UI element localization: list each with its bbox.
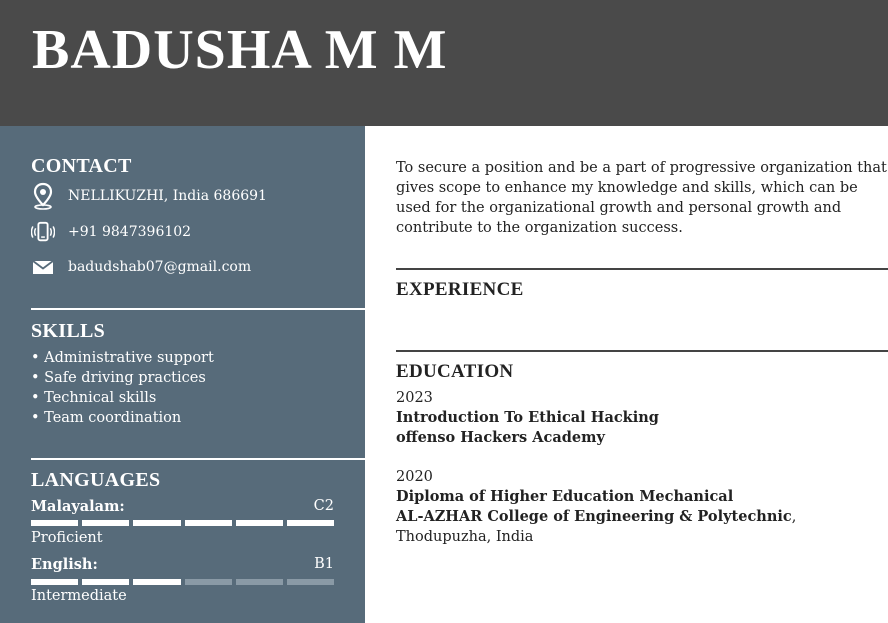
language-bar-segment: [31, 520, 79, 526]
language-level: C2: [313, 498, 334, 514]
location-pin-icon: [31, 182, 55, 210]
education-year: 2020: [396, 469, 433, 485]
address-text: NELLIKUZHI, India 686691: [68, 188, 267, 204]
language-bar-segment: [184, 579, 232, 585]
language-bar-segment: [82, 520, 130, 526]
language-name: English:: [31, 556, 98, 573]
language-bar-segment: [286, 579, 335, 585]
language-level: B1: [314, 556, 334, 572]
language-bar: [31, 520, 335, 526]
language-malayalam: Malayalam: C2: [31, 498, 334, 518]
mail-icon: [31, 253, 55, 281]
skills-list: • Administrative support • Safe driving …: [31, 348, 214, 428]
sidebar-divider: [31, 458, 365, 460]
language-english: English: B1: [31, 556, 334, 576]
education-institution: offenso Hackers Academy: [396, 429, 605, 446]
career-objective: To secure a position and be a part of pr…: [396, 160, 887, 236]
skill-item: • Technical skills: [31, 390, 157, 406]
language-bar-segment: [31, 579, 79, 585]
phone-icon: [31, 218, 55, 246]
candidate-name: BADUSHA M M: [32, 19, 448, 81]
phone-text: +91 9847396102: [68, 224, 192, 240]
contact-title: CONTACT: [31, 155, 132, 177]
education-entry: 2020 Diploma of Higher Education Mechani…: [396, 467, 888, 547]
language-bar-segment: [133, 579, 181, 585]
language-description: Intermediate: [31, 588, 127, 604]
header-banner: BADUSHA M M: [0, 0, 888, 126]
contact-email: badudshab07@gmail.com: [31, 253, 251, 281]
experience-title: EXPERIENCE: [396, 279, 524, 300]
education-degree: Diploma of Higher Education Mechanical: [396, 488, 734, 505]
section-rule: [396, 350, 888, 352]
language-bar-segment: [235, 579, 283, 585]
skills-title: SKILLS: [31, 320, 106, 342]
skill-item: • Safe driving practices: [31, 370, 206, 386]
language-bar: [31, 579, 335, 585]
education-title: EDUCATION: [396, 361, 514, 382]
language-bar-segment: [133, 520, 181, 526]
section-rule: [396, 268, 888, 270]
contact-phone: +91 9847396102: [31, 218, 191, 246]
language-description: Proficient: [31, 530, 103, 546]
sidebar: CONTACT NELLIKUZHI, India 686691 +91 984…: [0, 126, 365, 623]
education-entry: 2023 Introduction To Ethical Hacking off…: [396, 388, 888, 448]
contact-address: NELLIKUZHI, India 686691: [31, 182, 267, 210]
languages-title: LANGUAGES: [31, 469, 161, 491]
skill-item: • Administrative support: [31, 350, 214, 366]
sidebar-divider: [31, 308, 365, 310]
skill-item: • Team coordination: [31, 410, 182, 426]
language-bar-segment: [235, 520, 283, 526]
language-bar-segment: [184, 520, 232, 526]
education-institution: AL-AZHAR College of Engineering & Polyte…: [396, 508, 792, 525]
language-bar-segment: [286, 520, 335, 526]
education-year: 2023: [396, 390, 433, 406]
main-content: To secure a position and be a part of pr…: [365, 126, 888, 623]
language-bar-segment: [82, 579, 130, 585]
email-text: badudshab07@gmail.com: [68, 259, 252, 275]
language-name: Malayalam:: [31, 498, 125, 515]
education-degree: Introduction To Ethical Hacking: [396, 409, 659, 426]
